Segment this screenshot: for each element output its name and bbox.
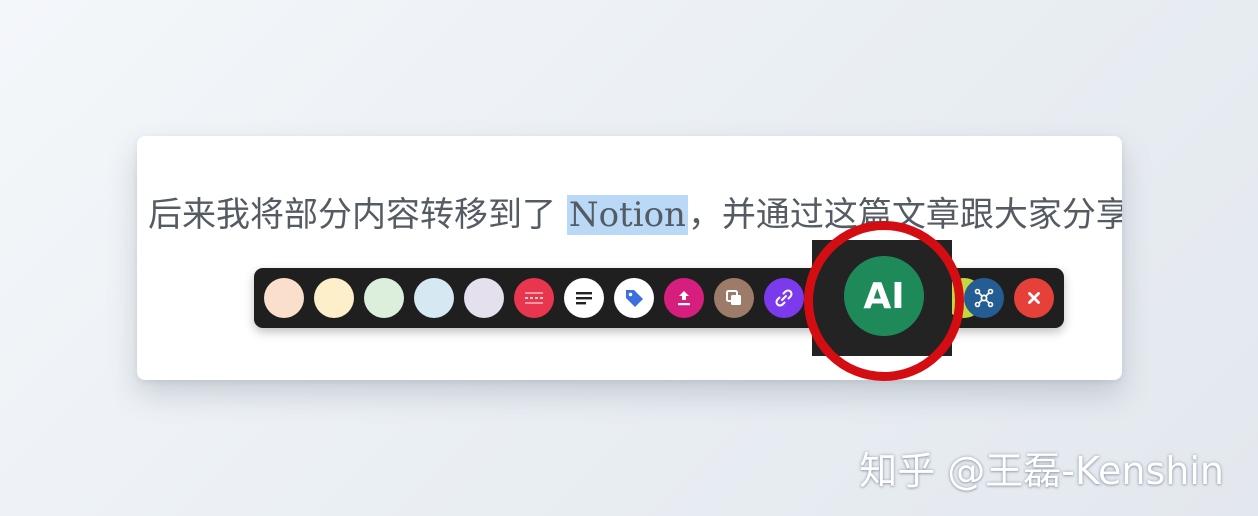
strikethrough-button[interactable] xyxy=(514,278,554,318)
editor-card: 后来我将部分内容转移到了 Notion，并通过这篇文章跟大家分享 xyxy=(137,136,1122,380)
link-icon xyxy=(775,289,793,307)
color-yellow-button[interactable] xyxy=(314,278,354,318)
strikethrough-icon xyxy=(525,292,543,304)
copy-icon xyxy=(726,290,741,305)
mindmap-icon xyxy=(974,288,994,308)
color-orange-button[interactable] xyxy=(264,278,304,318)
export-button[interactable] xyxy=(664,278,704,318)
copy-button[interactable] xyxy=(714,278,754,318)
highlight-ring xyxy=(804,221,964,381)
mindmap-button[interactable] xyxy=(964,278,1004,318)
color-green-button[interactable] xyxy=(364,278,404,318)
close-button[interactable] xyxy=(1014,278,1054,318)
tag-icon xyxy=(626,290,643,307)
text-lines-icon xyxy=(576,292,592,305)
selected-text[interactable]: Notion xyxy=(566,195,688,235)
text-before: 后来我将部分内容转移到了 xyxy=(148,195,567,235)
paragraph-text[interactable]: 后来我将部分内容转移到了 Notion，并通过这篇文章跟大家分享 xyxy=(148,188,1122,242)
link-button[interactable] xyxy=(764,278,804,318)
text-format-button[interactable] xyxy=(564,278,604,318)
watermark: 知乎 @王磊-Kenshin xyxy=(859,449,1224,493)
tag-button[interactable] xyxy=(614,278,654,318)
color-purple-button[interactable] xyxy=(464,278,504,318)
upload-icon xyxy=(678,291,690,306)
close-icon xyxy=(1028,292,1040,304)
color-blue-button[interactable] xyxy=(414,278,454,318)
